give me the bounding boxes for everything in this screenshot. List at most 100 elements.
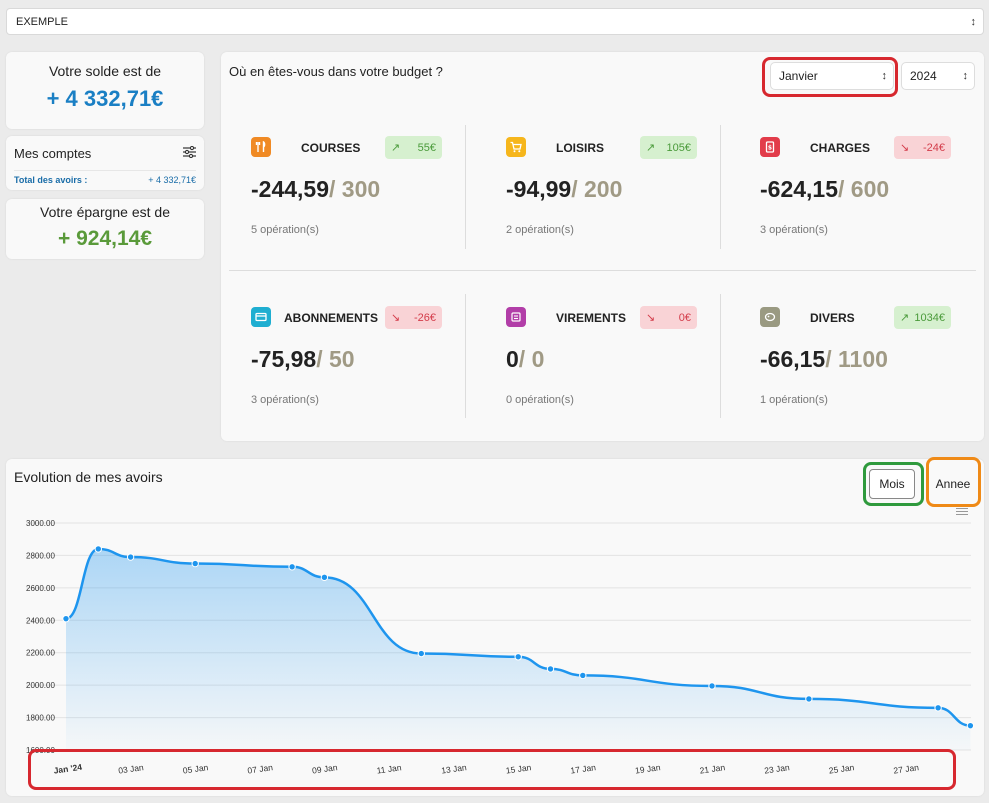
category-spent: -94,99 bbox=[506, 176, 572, 202]
data-point[interactable] bbox=[62, 614, 70, 623]
y-tick-label: 2600.00 bbox=[26, 584, 55, 593]
category-name: LOISIRS bbox=[556, 141, 605, 155]
data-point[interactable] bbox=[934, 704, 942, 712]
balance-chart: 1600.001800.002000.002200.002400.002600.… bbox=[26, 519, 975, 776]
area-fill bbox=[66, 548, 971, 750]
balance-value: + 4 332,71€ bbox=[46, 86, 164, 111]
category-ops: 5 opération(s) bbox=[251, 224, 319, 236]
sort-arrows-icon: ↕ bbox=[970, 15, 976, 28]
trend-badge-value: -26€ bbox=[413, 311, 436, 324]
category-ops: 1 opération(s) bbox=[760, 394, 828, 406]
data-point[interactable] bbox=[708, 682, 716, 690]
trend-up-icon: ↗ bbox=[900, 312, 910, 324]
settings-sliders-icon[interactable] bbox=[183, 145, 196, 161]
budget-category-charges[interactable]: $ CHARGES ↘ -24€ -624,15/ 600 3 opératio… bbox=[760, 136, 951, 256]
total-assets-label: Total des avoirs : bbox=[14, 175, 88, 185]
category-spent: -75,98 bbox=[251, 346, 317, 372]
accounts-title: Mes comptes bbox=[14, 146, 92, 161]
data-point[interactable] bbox=[94, 545, 103, 553]
data-point[interactable] bbox=[320, 573, 329, 582]
trend-up-icon: ↗ bbox=[646, 142, 656, 154]
trend-badge: ↗ 1034€ bbox=[894, 306, 951, 329]
y-tick-label: 3000.00 bbox=[26, 519, 55, 528]
data-point[interactable] bbox=[126, 553, 135, 561]
category-name: COURSES bbox=[301, 141, 361, 155]
category-spent: -244,59 bbox=[251, 176, 330, 202]
trend-down-icon: ↘ bbox=[646, 312, 656, 324]
data-point[interactable] bbox=[546, 665, 555, 673]
y-tick-label: 2800.00 bbox=[26, 551, 55, 560]
category-limit: / 0 bbox=[518, 346, 545, 372]
fork-knife-icon bbox=[251, 137, 271, 157]
highlight-month bbox=[762, 57, 898, 97]
category-name: ABONNEMENTS bbox=[284, 311, 379, 325]
budget-question: Où en êtes-vous dans votre budget ? bbox=[229, 64, 443, 79]
year-select[interactable]: 2024 ↕ bbox=[901, 62, 975, 90]
category-spent: -66,15 bbox=[760, 346, 826, 372]
divider bbox=[465, 294, 466, 418]
data-point[interactable] bbox=[966, 721, 975, 730]
data-point[interactable] bbox=[191, 559, 199, 568]
category-limit: / 1100 bbox=[825, 346, 888, 372]
balance-card: Votre solde est de + 4 332,71€ bbox=[6, 52, 204, 129]
svg-text:$: $ bbox=[768, 145, 772, 152]
savings-card: Votre épargne est de + 924,14€ bbox=[6, 199, 204, 259]
savings-title: Votre épargne est de bbox=[40, 204, 170, 220]
trend-badge-value: 55€ bbox=[417, 141, 436, 154]
savings-value: + 924,14€ bbox=[57, 227, 152, 250]
cart-icon bbox=[506, 137, 526, 157]
data-point[interactable] bbox=[417, 649, 425, 658]
divider bbox=[720, 125, 721, 249]
data-point[interactable] bbox=[805, 695, 813, 703]
year-select-value: 2024 bbox=[910, 69, 937, 83]
sort-arrows-icon: ↕ bbox=[962, 70, 968, 82]
trend-badge-value: 105€ bbox=[666, 141, 691, 154]
category-limit: / 200 bbox=[571, 176, 623, 202]
category-limit: / 300 bbox=[329, 176, 381, 202]
trend-badge-value: 0€ bbox=[678, 311, 691, 324]
budget-category-divers[interactable]: DIVERS ↗ 1034€ -66,15/ 1100 1 opération(… bbox=[760, 306, 951, 426]
data-point[interactable] bbox=[288, 563, 296, 571]
budget-card: Où en êtes-vous dans votre budget ? Janv… bbox=[221, 52, 984, 441]
divider bbox=[465, 125, 466, 249]
y-tick-label: 1800.00 bbox=[26, 714, 55, 723]
accounts-card: Mes comptes Total des avoirs : + 4 332,7… bbox=[6, 136, 204, 190]
budget-category-courses[interactable]: COURSES ↗ 55€ -244,59/ 300 5 opération(s… bbox=[251, 136, 442, 256]
trend-badge: ↗ 55€ bbox=[385, 136, 442, 159]
trend-up-icon: ↗ bbox=[391, 142, 401, 154]
transfer-icon bbox=[506, 307, 526, 327]
category-spent: -624,15 bbox=[760, 176, 839, 202]
trend-badge-value: 1034€ bbox=[914, 311, 945, 324]
category-ops: 3 opération(s) bbox=[251, 394, 319, 406]
category-ops: 3 opération(s) bbox=[760, 224, 828, 236]
card-icon bbox=[251, 307, 271, 327]
misc-icon bbox=[760, 307, 780, 327]
category-name: CHARGES bbox=[810, 141, 871, 155]
y-tick-label: 2000.00 bbox=[26, 681, 55, 690]
trend-badge: ↗ 105€ bbox=[640, 136, 697, 159]
category-ops: 2 opération(s) bbox=[506, 224, 574, 236]
total-assets-value: + 4 332,71€ bbox=[148, 175, 196, 185]
trend-badge: ↘ -24€ bbox=[894, 136, 951, 159]
category-ops: 0 opération(s) bbox=[506, 394, 574, 406]
evolution-card: Evolution de mes avoirs Mois Annee 1600.… bbox=[6, 457, 984, 796]
highlight-x-axis bbox=[28, 749, 956, 790]
category-limit: / 50 bbox=[316, 346, 355, 372]
y-tick-label: 2400.00 bbox=[26, 616, 55, 625]
budget-category-virements[interactable]: VIREMENTS ↘ 0€ 0/ 0 0 opération(s) bbox=[506, 306, 697, 426]
category-limit: / 600 bbox=[838, 176, 890, 202]
account-select[interactable]: EXEMPLE ↕ bbox=[6, 8, 984, 35]
trend-badge: ↘ 0€ bbox=[640, 306, 697, 329]
trend-badge-value: -24€ bbox=[922, 141, 945, 154]
balance-title: Votre solde est de bbox=[48, 63, 162, 79]
trend-badge: ↘ -26€ bbox=[385, 306, 442, 329]
bill-icon: $ bbox=[760, 137, 780, 157]
trend-down-icon: ↘ bbox=[900, 142, 910, 154]
data-point[interactable] bbox=[514, 653, 522, 661]
data-point[interactable] bbox=[579, 671, 587, 680]
y-tick-label: 2200.00 bbox=[26, 649, 55, 658]
budget-category-abonnements[interactable]: ABONNEMENTS ↘ -26€ -75,98/ 50 3 opératio… bbox=[251, 306, 442, 426]
category-spent: 0 bbox=[506, 346, 519, 372]
budget-category-loisirs[interactable]: LOISIRS ↗ 105€ -94,99/ 200 2 opération(s… bbox=[506, 136, 697, 256]
divider bbox=[229, 270, 976, 271]
